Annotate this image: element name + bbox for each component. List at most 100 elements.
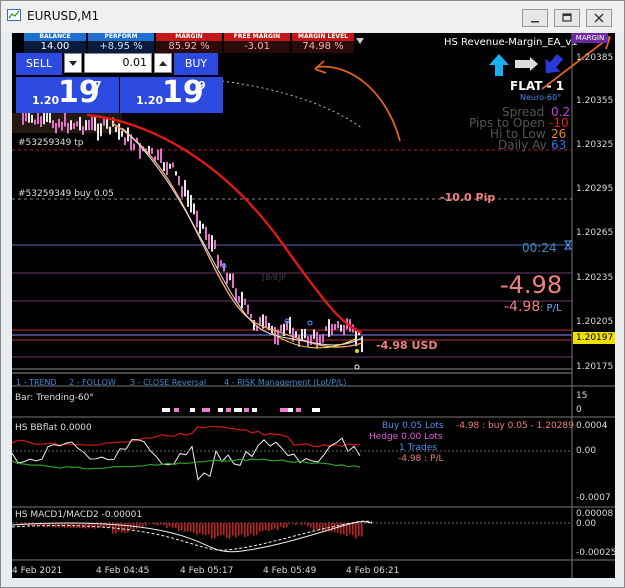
macd-bar [202, 523, 204, 535]
trend-mark [296, 408, 301, 412]
candle [94, 116, 96, 131]
candle [31, 114, 33, 123]
buy-line-label[interactable]: #53259349 buy 0.05 [18, 189, 114, 199]
tp-line-label[interactable]: #53259349 tp [18, 138, 83, 148]
stat-header: FREE MARGIN [224, 33, 290, 41]
stat-value: -3.01 [244, 41, 270, 52]
macd-bar [241, 523, 243, 535]
candle [97, 123, 99, 141]
buy-price-prefix: 1.20 [136, 94, 164, 107]
candle [304, 328, 306, 339]
sell-price-prefix: 1.20 [32, 94, 60, 107]
macd-bar [352, 523, 354, 536]
bbflat-green-line [12, 458, 361, 470]
stat-header: MARGIN [156, 33, 222, 41]
candle [211, 235, 213, 252]
lot-dropdown[interactable] [64, 53, 82, 73]
trend-mark [234, 408, 242, 412]
close-button[interactable] [586, 9, 612, 27]
terminal-window: EURUSD,M1 BALANCE 14.00 PERFORM +8.95 % … [0, 0, 625, 588]
candle [73, 122, 75, 129]
margin-badge[interactable]: MARGIN [572, 33, 608, 43]
bbflat-buy-lots: Buy 0.05 Lots [382, 421, 444, 431]
bar-timer: 00:24 [522, 241, 557, 255]
price-chart[interactable]: BALANCE 14.00 PERFORM +8.95 % MARGIN 85.… [12, 33, 615, 578]
collapse-triangle-icon[interactable] [355, 37, 365, 45]
macd-axis-zero: 0.00 [576, 519, 597, 529]
candle [313, 329, 315, 339]
lot-input[interactable]: 0.01 [84, 53, 152, 73]
price-tick: 1.20205 [576, 317, 614, 327]
buy-price-box[interactable]: 1.20 19 9 [120, 75, 223, 113]
down-arrow-icon[interactable] [542, 53, 566, 77]
bbflat-label: HS BBflat 0.0000 [15, 423, 92, 433]
stat-perform: PERFORM +8.95 % [88, 33, 154, 53]
ea-name: HS Revenue-Margin_EA_v1 [444, 37, 578, 48]
macd-bar [121, 523, 123, 533]
stat-header: BALANCE [24, 33, 86, 41]
price-tick: 1.20325 [576, 140, 614, 150]
candle [67, 122, 69, 134]
stat-value: 85.92 % [168, 41, 210, 52]
candle [193, 203, 195, 215]
bbflat-trades: 1 Trades [399, 443, 437, 453]
candle [280, 324, 282, 332]
macd-bar [193, 523, 195, 533]
candle [265, 315, 267, 328]
daily-av-label: Daily Av [498, 138, 547, 152]
menu-trend[interactable]: 1 - TREND [16, 378, 57, 387]
chevron-up-icon [159, 61, 167, 66]
macd-signal-line [12, 521, 373, 553]
macd-bar [349, 523, 351, 535]
candle [46, 111, 48, 122]
candle [217, 254, 219, 268]
macd-bar [250, 523, 252, 534]
macd-axis-bottom: -0.00025 [576, 548, 615, 558]
macd-bar [208, 523, 210, 535]
sell-price-box[interactable]: 1.20 19 7 [16, 75, 119, 113]
macd-bar [157, 523, 159, 526]
ea-state: FLAT - 1 [510, 79, 565, 93]
candle [190, 194, 192, 213]
maximize-button[interactable] [554, 9, 580, 27]
macd-bar [325, 523, 327, 532]
trending-marks [162, 408, 320, 412]
macd-bar [178, 523, 180, 531]
lot-stepper[interactable] [154, 53, 172, 73]
time-tick: 4 Feb 06:21 [346, 566, 400, 576]
pl-suffix: : P/L [540, 303, 562, 314]
menu-close-reversal[interactable]: 3 - CLOSE Reversal [130, 378, 206, 387]
macd-bar [145, 523, 147, 526]
trend-mark [218, 408, 223, 412]
minimize-button[interactable] [522, 9, 548, 27]
sell-button[interactable]: SELL [16, 53, 62, 75]
buy-price-pip: 9 [198, 79, 206, 92]
candle [322, 333, 324, 343]
time-tick: 4 Feb 2021 [12, 566, 63, 576]
close-icon [594, 13, 604, 23]
macd-bar [304, 523, 306, 525]
stat-header: PERFORM [88, 33, 154, 41]
candle [331, 323, 333, 336]
menu-risk-management[interactable]: 4 - RISK Management (Lot/P/L) [224, 378, 346, 387]
up-arrow-icon[interactable] [488, 53, 510, 77]
macd-bar [244, 523, 246, 538]
signal-dot [307, 320, 313, 326]
candle [295, 331, 297, 338]
candle [199, 220, 201, 234]
candle [121, 131, 123, 137]
candle [88, 119, 90, 131]
menu-follow[interactable]: 2 - FOLLOW [69, 378, 116, 387]
candle [82, 126, 84, 135]
title-bar[interactable]: EURUSD,M1 [1, 1, 624, 31]
right-arrow-icon[interactable] [515, 57, 539, 71]
buy-button[interactable]: BUY [174, 53, 218, 75]
macd-bar [169, 523, 171, 527]
bbflat-axis-zero: 0.00 [576, 446, 597, 456]
macd-bar [196, 523, 198, 535]
macd-bar [262, 523, 264, 532]
trend-mark [288, 408, 293, 412]
macd-bar [280, 523, 282, 527]
macd-bar [289, 523, 291, 524]
trend-mark [174, 408, 179, 412]
